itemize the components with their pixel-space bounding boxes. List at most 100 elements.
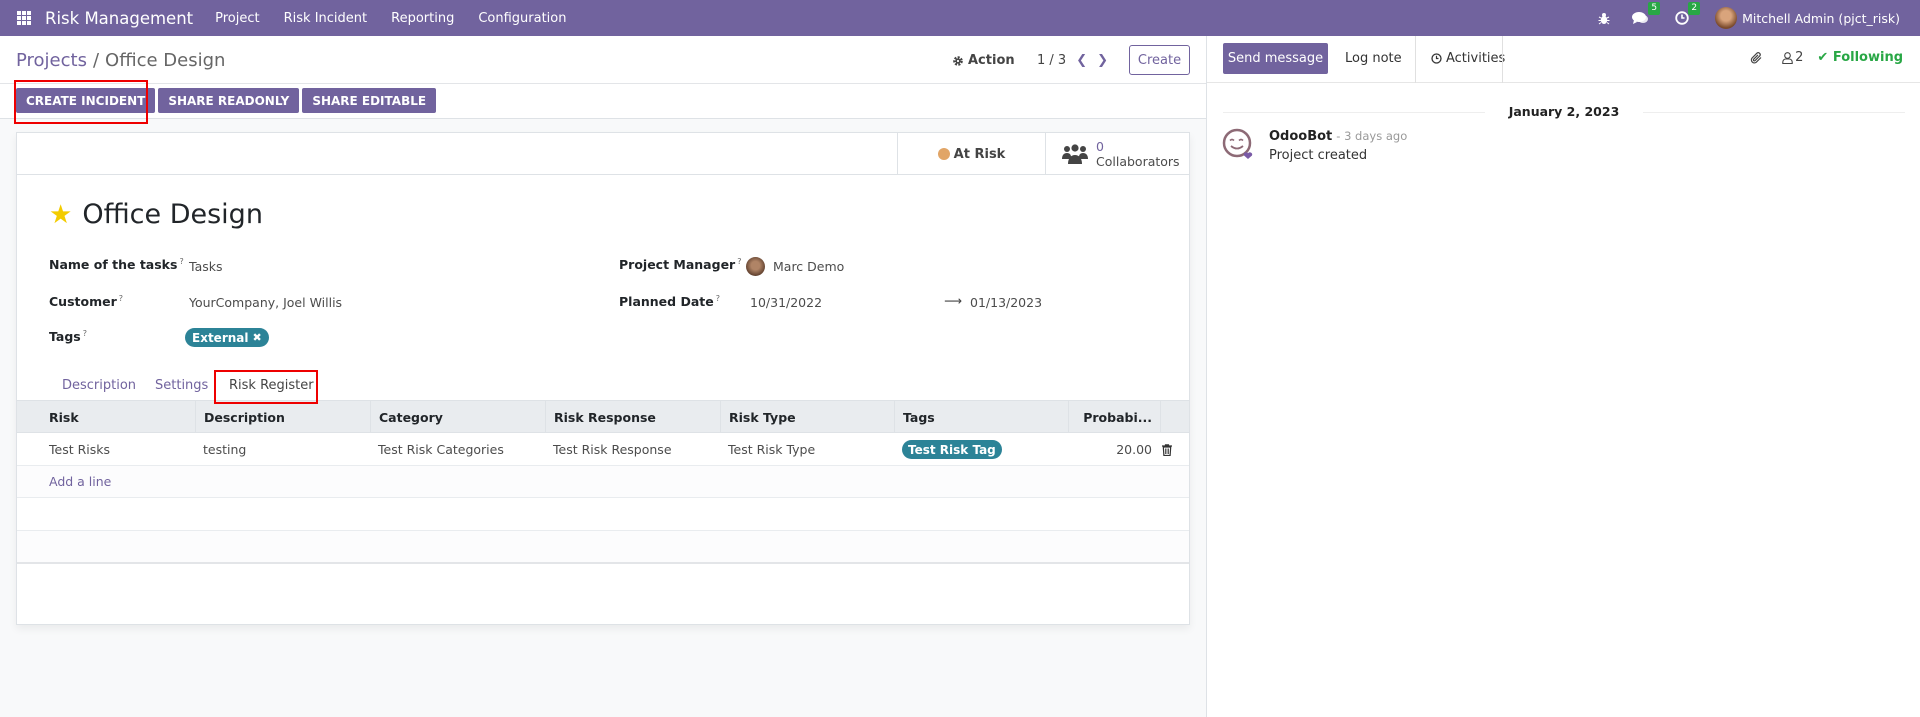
divider — [1415, 36, 1416, 83]
messages-icon[interactable]: 5 — [1632, 2, 1661, 25]
tasks-label: Name of the tasks? — [49, 257, 184, 273]
risk-tag[interactable]: Test Risk Tag — [902, 440, 1002, 459]
col-risk-type[interactable]: Risk Type — [720, 401, 894, 433]
collaborators-count: 0 — [1096, 139, 1104, 154]
chatter-topbar: Send message Log note Activities 2 ✔ Fol… — [1207, 36, 1920, 83]
tab-description[interactable]: Description — [62, 378, 136, 393]
col-probability[interactable]: Probabi... — [1068, 401, 1160, 433]
breadcrumb: Projects / Office Design — [16, 50, 225, 71]
breadcrumb-separator: / — [92, 50, 100, 71]
message-body: Project created — [1269, 148, 1368, 163]
tags-label: Tags? — [49, 329, 87, 345]
control-panel: Projects / Office Design Action 1 / 3 ❮ ❯ … — [0, 36, 1206, 119]
manager-avatar — [746, 257, 765, 276]
col-tags[interactable]: Tags — [894, 401, 1068, 433]
empty-row — [17, 498, 1189, 531]
col-description[interactable]: Description — [195, 401, 370, 433]
date-label: January 2, 2023 — [1508, 104, 1620, 119]
cell-probability[interactable]: 20.00 — [1068, 433, 1160, 466]
empty-row — [17, 531, 1189, 564]
customer-field[interactable]: YourCompany, Joel Willis — [189, 295, 342, 310]
following-button[interactable]: ✔ Following — [1817, 50, 1903, 65]
project-title[interactable]: Office Design — [82, 199, 263, 230]
title-row: ★ Office Design — [49, 199, 263, 230]
status-dot-icon — [937, 148, 950, 160]
cell-tags[interactable]: Test Risk Tag — [894, 433, 1068, 466]
col-actions — [1160, 401, 1189, 433]
tasks-field[interactable]: Tasks — [189, 259, 223, 274]
breadcrumb-current: Office Design — [105, 50, 226, 71]
chatter-actions: 2 ✔ Following — [1750, 50, 1903, 65]
table-header: Risk Description Category Risk Response … — [17, 401, 1189, 433]
user-icon — [1782, 51, 1793, 64]
action-dropdown[interactable]: Action — [952, 53, 1015, 68]
user-name: Mitchell Admin (pjct_risk) — [1742, 10, 1900, 26]
risk-register-table: Risk Description Category Risk Response … — [17, 401, 1189, 564]
pager-previous-icon[interactable]: ❮ — [1076, 53, 1087, 68]
col-risk-response[interactable]: Risk Response — [545, 401, 720, 433]
cell-risk-response[interactable]: Test Risk Response — [545, 433, 720, 466]
add-line-link[interactable]: Add a line — [17, 466, 1189, 498]
planned-start-field[interactable]: 10/31/2022 — [750, 295, 822, 310]
messages-badge: 5 — [1648, 2, 1661, 15]
collaborators-label: Collaborators — [1096, 154, 1180, 169]
activities-button[interactable]: Activities — [1431, 51, 1505, 66]
status-button[interactable]: At Risk — [897, 133, 1045, 175]
collaborators-button[interactable]: 0 Collaborators — [1045, 133, 1189, 175]
status-label: At Risk — [953, 146, 1006, 162]
customer-label: Customer? — [49, 294, 123, 310]
planned-end-field[interactable]: 01/13/2023 — [970, 295, 1042, 310]
message-author[interactable]: OdooBot — [1269, 129, 1332, 144]
message-item: OdooBot - 3 days ago Project created — [1222, 128, 1407, 163]
table-row[interactable]: Test Risks testing Test Risk Categories … — [17, 433, 1189, 466]
debug-bug-icon[interactable] — [1598, 12, 1610, 25]
chatter-panel: Send message Log note Activities 2 ✔ Fol… — [1206, 36, 1920, 717]
favorite-star-icon[interactable]: ★ — [49, 202, 72, 228]
users-icon — [1062, 144, 1088, 164]
manager-label: Project Manager? — [619, 257, 742, 273]
col-risk[interactable]: Risk — [17, 401, 195, 433]
activities-clock-icon[interactable]: 2 — [1675, 2, 1701, 25]
menu-reporting[interactable]: Reporting — [391, 11, 454, 26]
check-icon: ✔ — [1817, 50, 1829, 65]
pager: 1 / 3 ❮ ❯ — [1037, 53, 1108, 68]
notebook-tabs: Description Settings Risk Register — [17, 369, 1189, 401]
followers-button[interactable]: 2 — [1782, 50, 1803, 65]
delete-row-icon[interactable] — [1160, 433, 1189, 466]
pager-value[interactable]: 1 / 3 — [1037, 53, 1066, 68]
cell-description[interactable]: testing — [195, 433, 370, 466]
user-menu[interactable]: Mitchell Admin (pjct_risk) — [1715, 7, 1900, 29]
planned-date-label: Planned Date? — [619, 294, 720, 310]
manager-field[interactable]: Marc Demo — [773, 259, 844, 274]
highlight-create-incident — [14, 80, 148, 124]
col-category[interactable]: Category — [370, 401, 545, 433]
app-brand[interactable]: Risk Management — [45, 9, 193, 28]
cell-category[interactable]: Test Risk Categories — [370, 433, 545, 466]
paperclip-icon[interactable] — [1750, 51, 1764, 65]
pager-next-icon[interactable]: ❯ — [1097, 53, 1108, 68]
tag-external[interactable]: External ✖ — [185, 328, 269, 347]
arrow-right-icon: ⟶ — [944, 293, 962, 308]
user-avatar — [1715, 7, 1738, 29]
top-navbar: Risk Management Project Risk Incident Re… — [0, 0, 1920, 36]
tab-settings[interactable]: Settings — [155, 378, 208, 393]
menu-configuration[interactable]: Configuration — [478, 11, 566, 26]
menu-project[interactable]: Project — [215, 11, 259, 26]
share-editable-button[interactable]: SHARE EDITABLE — [302, 88, 437, 113]
message-time: - 3 days ago — [1336, 129, 1408, 143]
action-label: Action — [968, 53, 1015, 68]
button-box: At Risk 0 Collaborators — [17, 133, 1189, 175]
share-readonly-button[interactable]: SHARE READONLY — [158, 88, 300, 113]
log-note-button[interactable]: Log note — [1345, 51, 1402, 66]
cell-risk-type[interactable]: Test Risk Type — [720, 433, 894, 466]
create-button[interactable]: Create — [1129, 45, 1190, 75]
apps-menu-icon[interactable] — [17, 11, 31, 25]
cell-risk[interactable]: Test Risks — [17, 433, 195, 466]
highlight-risk-register-tab — [214, 370, 318, 404]
send-message-button[interactable]: Send message — [1223, 43, 1328, 74]
menu-risk-incident[interactable]: Risk Incident — [284, 11, 368, 26]
breadcrumb-projects[interactable]: Projects — [16, 50, 87, 71]
activities-label: Activities — [1446, 51, 1506, 66]
tag-remove-icon[interactable]: ✖ — [252, 331, 261, 344]
date-separator: January 2, 2023 — [1207, 104, 1920, 119]
